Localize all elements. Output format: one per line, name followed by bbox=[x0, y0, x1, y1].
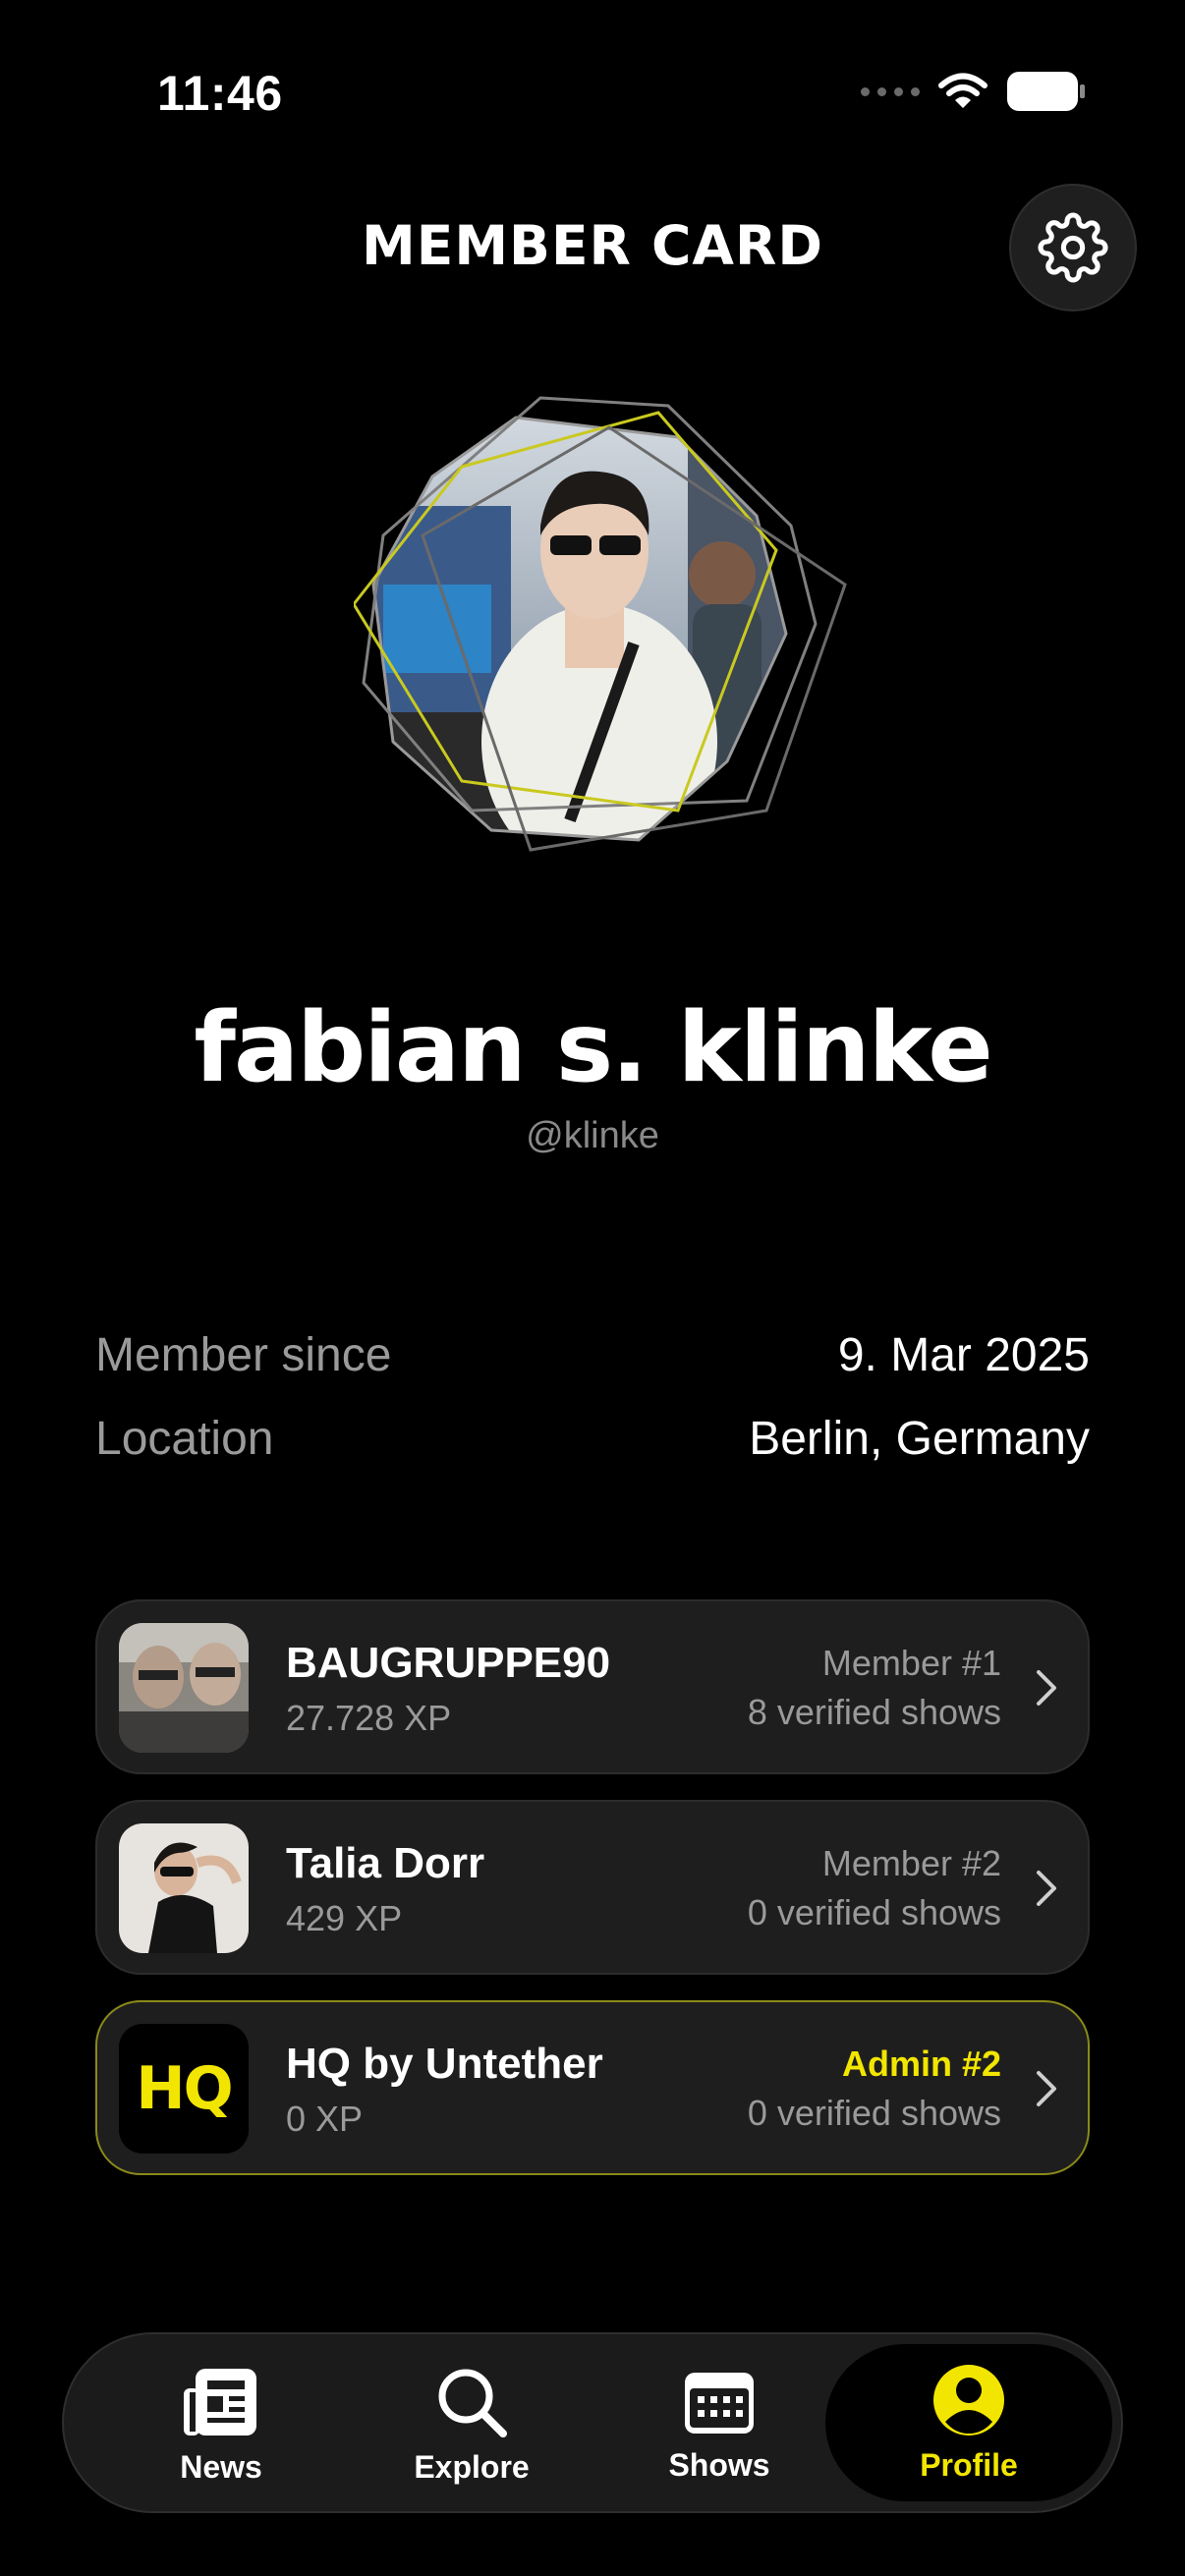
tab-shows[interactable]: Shows bbox=[621, 2334, 818, 2515]
card-xp: 0 XP bbox=[286, 2099, 364, 2139]
settings-button[interactable] bbox=[1009, 184, 1137, 311]
cellular-icon bbox=[861, 86, 920, 96]
tab-label: Explore bbox=[414, 2448, 530, 2485]
tab-label: News bbox=[180, 2448, 262, 2485]
chevron-right-icon bbox=[1037, 2071, 1056, 2106]
chevron-right-icon bbox=[1037, 1871, 1056, 1906]
card-name: BAUGRUPPE90 bbox=[286, 1639, 611, 1687]
profile-avatar[interactable] bbox=[352, 388, 865, 899]
wifi-icon bbox=[938, 73, 988, 108]
card-verified-shows: 8 verified shows bbox=[747, 1692, 1001, 1732]
news-icon bbox=[184, 2368, 256, 2436]
battery-icon bbox=[1007, 72, 1085, 111]
info-value: 9. Mar 2025 bbox=[837, 1329, 1090, 1381]
info-label: Location bbox=[95, 1413, 274, 1465]
member-avatar bbox=[119, 1823, 249, 1953]
card-role-admin: Admin #2 bbox=[841, 2044, 1001, 2084]
tab-explore[interactable]: Explore bbox=[373, 2334, 570, 2515]
status-icons bbox=[861, 71, 1087, 112]
card-name: HQ by Untether bbox=[286, 2040, 603, 2088]
calendar-icon bbox=[685, 2372, 754, 2434]
tab-label: Profile bbox=[920, 2446, 1018, 2483]
membership-card-baugruppe90[interactable]: BAUGRUPPE90 27.728 XP Member #1 8 verifi… bbox=[95, 1599, 1090, 1774]
card-xp: 27.728 XP bbox=[286, 1698, 452, 1738]
profile-handle: @klinke bbox=[526, 1115, 659, 1156]
membership-card-hq-by-untether[interactable]: HQ HQ by Untether 0 XP Admin #2 0 verifi… bbox=[95, 2000, 1090, 2175]
page-title: MEMBER CARD bbox=[362, 214, 823, 277]
info-label: Member since bbox=[95, 1329, 392, 1381]
search-icon bbox=[438, 2369, 507, 2437]
tab-profile[interactable]: Profile bbox=[825, 2344, 1112, 2501]
card-xp: 429 XP bbox=[286, 1898, 403, 1938]
hq-logo: HQ bbox=[119, 2024, 249, 2154]
card-verified-shows: 0 verified shows bbox=[747, 1892, 1001, 1932]
card-role: Member #1 bbox=[821, 1643, 1001, 1683]
card-role: Member #2 bbox=[821, 1843, 1001, 1883]
info-row-location: Location Berlin, Germany bbox=[95, 1412, 1090, 1466]
card-verified-shows: 0 verified shows bbox=[747, 2093, 1001, 2133]
info-value: Berlin, Germany bbox=[749, 1413, 1090, 1465]
membership-card-talia-dorr[interactable]: Talia Dorr 429 XP Member #2 0 verified s… bbox=[95, 1800, 1090, 1975]
profile-icon bbox=[933, 2364, 1004, 2436]
tab-news[interactable]: News bbox=[123, 2334, 319, 2515]
hq-logo-text: HQ bbox=[119, 2024, 249, 2154]
info-row-member-since: Member since 9. Mar 2025 bbox=[95, 1328, 1090, 1382]
status-time: 11:46 bbox=[157, 66, 283, 121]
card-name: Talia Dorr bbox=[286, 1839, 485, 1887]
profile-name: fabian s. klinke bbox=[194, 992, 992, 1104]
tab-bar: News Explore Shows Profile bbox=[62, 2332, 1123, 2513]
gear-icon bbox=[1038, 212, 1108, 283]
group-avatar bbox=[119, 1623, 249, 1753]
chevron-right-icon bbox=[1037, 1670, 1056, 1706]
tab-label: Shows bbox=[668, 2446, 770, 2483]
